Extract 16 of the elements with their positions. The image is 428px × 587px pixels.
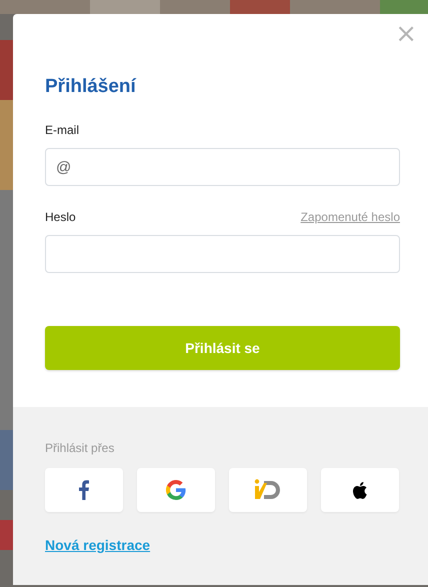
g-logo-icon	[166, 480, 186, 500]
login-button[interactable]: Přihlásit se	[45, 326, 400, 370]
field-label: Heslo	[45, 210, 76, 224]
social-login-label: Přihlásit přes	[45, 441, 114, 455]
id-logo-icon	[254, 479, 282, 501]
f-logo-icon	[79, 480, 89, 500]
close-button[interactable]: ×	[393, 23, 419, 45]
email-field[interactable]: @	[45, 148, 400, 186]
forgot-password-link[interactable]: Zapomenuté heslo	[300, 210, 400, 224]
apple-icon	[353, 482, 367, 498]
social-login-button[interactable]	[45, 468, 123, 512]
password-field[interactable]	[45, 235, 400, 273]
social-login-button[interactable]	[321, 468, 399, 512]
dialog-title: Přihlášení	[45, 75, 136, 99]
register-link[interactable]: Nová registrace	[45, 537, 150, 553]
field-label: E-mail	[45, 123, 80, 137]
